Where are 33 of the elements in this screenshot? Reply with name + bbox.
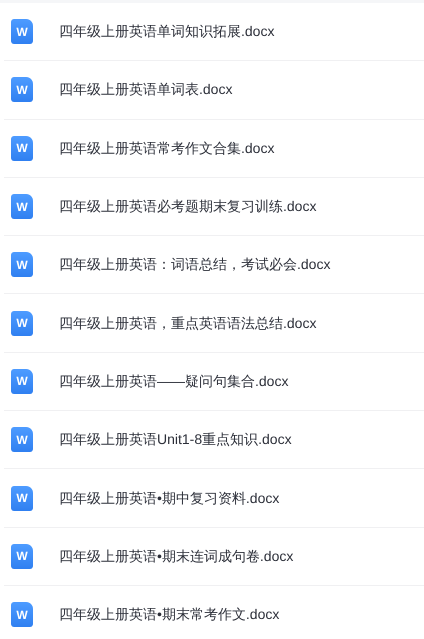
file-name: 四年级上册英语：词语总结，考试必会.docx	[59, 255, 330, 274]
file-name: 四年级上册英语Unit1-8重点知识.docx	[59, 430, 292, 450]
file-name: 四年级上册英语，重点英语语法总结.docx	[59, 314, 316, 333]
word-document-icon: W	[11, 77, 33, 102]
file-name: 四年级上册英语•期末常考作文.docx	[59, 605, 280, 624]
word-document-icon: W	[11, 486, 33, 511]
file-name: 四年级上册英语单词表.docx	[59, 80, 232, 100]
word-document-icon: W	[11, 544, 33, 569]
file-row[interactable]: W 四年级上册英语：词语总结，考试必会.docx	[4, 236, 424, 294]
file-row[interactable]: W 四年级上册英语•期末常考作文.docx	[4, 586, 424, 639]
file-name: 四年级上册英语——疑问句集合.docx	[59, 372, 288, 391]
file-name: 四年级上册英语•期中复习资料.docx	[59, 488, 280, 508]
word-document-icon: W	[11, 310, 33, 336]
file-row[interactable]: W 四年级上册英语单词表.docx	[4, 61, 424, 120]
file-name: 四年级上册英语常考作文合集.docx	[59, 138, 274, 158]
word-document-icon: W	[11, 136, 33, 161]
file-row[interactable]: W 四年级上册英语Unit1-8重点知识.docx	[4, 411, 424, 470]
word-document-icon: W	[11, 19, 33, 44]
file-row[interactable]: W 四年级上册英语•期末连词成句卷.docx	[4, 528, 424, 586]
word-document-icon: W	[11, 252, 33, 278]
file-row[interactable]: W 四年级上册英语常考作文合集.docx	[4, 120, 424, 178]
file-row[interactable]: W 四年级上册英语，重点英语语法总结.docx	[4, 294, 424, 353]
file-name: 四年级上册英语必考题期末复习训练.docx	[59, 197, 316, 216]
file-name: 四年级上册英语•期末连词成句卷.docx	[59, 546, 294, 566]
word-document-icon: W	[11, 602, 33, 628]
file-row[interactable]: W 四年级上册英语•期中复习资料.docx	[4, 469, 424, 528]
file-row[interactable]: W 四年级上册英语单词知识拓展.docx	[4, 3, 424, 62]
word-document-icon: W	[11, 194, 33, 220]
word-document-icon: W	[11, 427, 33, 452]
file-row[interactable]: W 四年级上册英语——疑问句集合.docx	[4, 352, 424, 412]
file-row[interactable]: W 四年级上册英语必考题期末复习训练.docx	[4, 178, 424, 236]
file-name: 四年级上册英语单词知识拓展.docx	[59, 22, 274, 42]
word-document-icon: W	[11, 368, 33, 394]
